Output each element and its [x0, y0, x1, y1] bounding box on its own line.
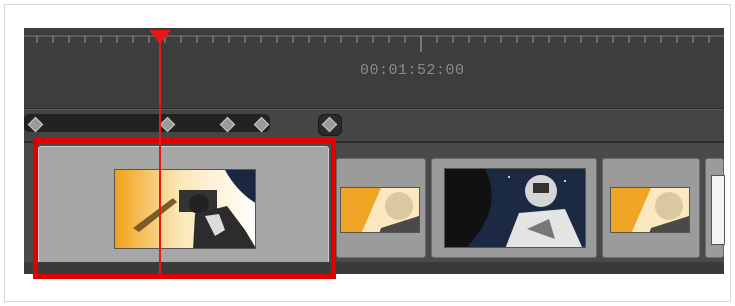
panel-3-thumbnail	[444, 168, 586, 248]
playhead-line[interactable]	[159, 30, 161, 274]
panel-2-thumbnail	[340, 187, 420, 233]
panel-4[interactable]	[602, 158, 700, 258]
panel-5-thumbnail	[711, 175, 725, 245]
panel-3[interactable]	[431, 158, 597, 258]
selection-highlight	[33, 138, 336, 279]
panel-4-thumbnail	[610, 187, 690, 233]
playhead-marker-icon[interactable]	[149, 30, 171, 44]
time-ruler[interactable]: 00:01:52:00	[24, 28, 724, 109]
panel-2[interactable]	[336, 158, 426, 258]
timecode-label: 00:01:52:00	[360, 62, 465, 79]
panel-5[interactable]	[705, 158, 725, 258]
